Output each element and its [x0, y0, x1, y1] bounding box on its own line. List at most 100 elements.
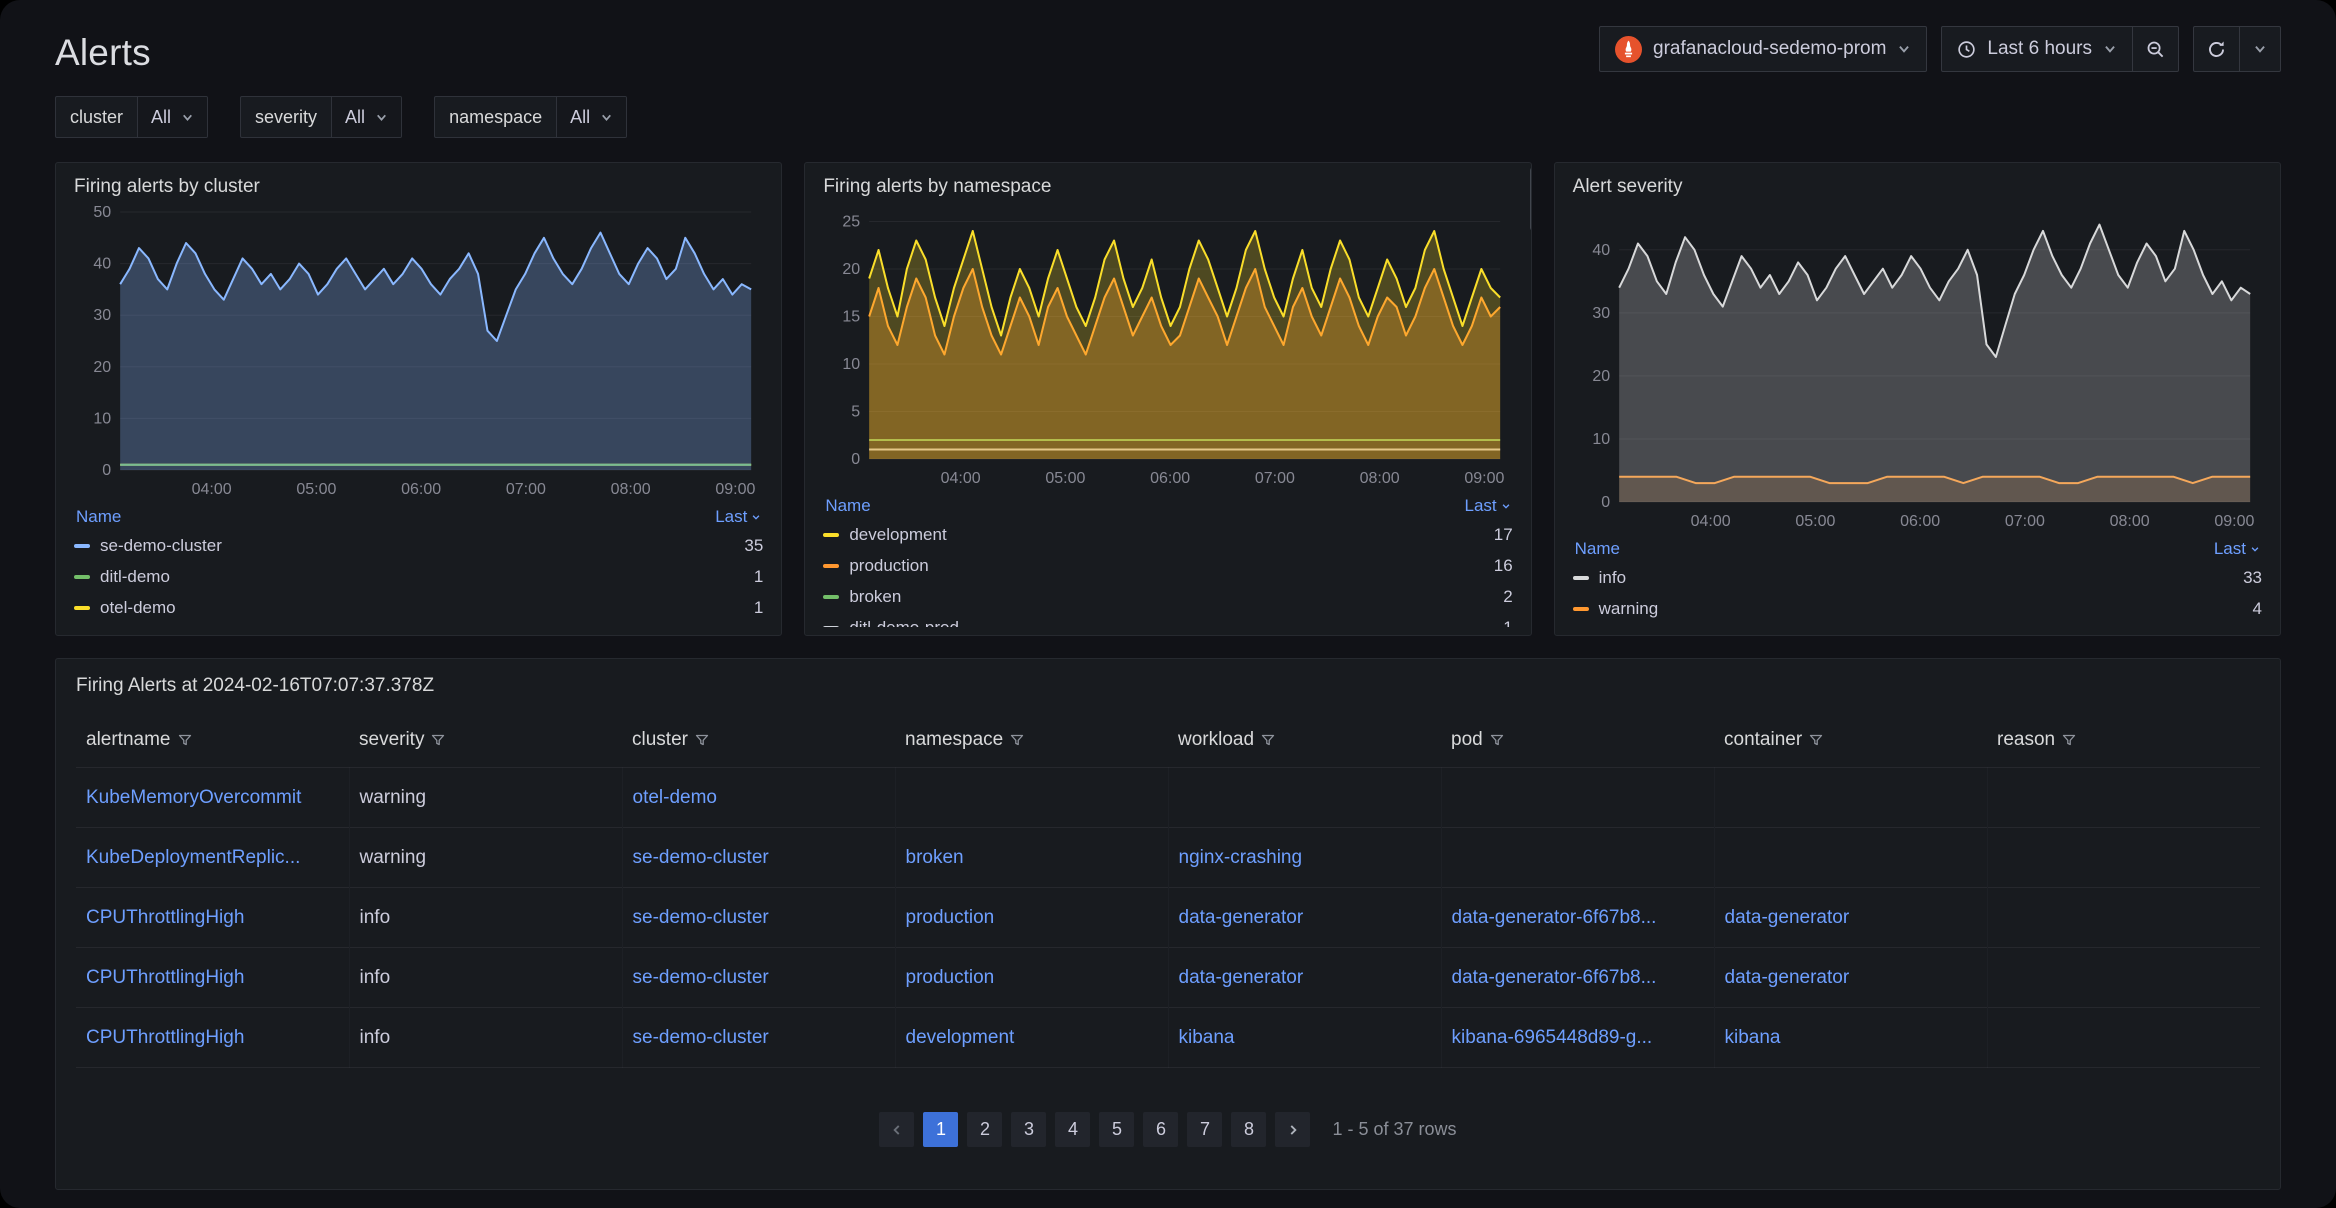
cell-namespace[interactable]: broken — [895, 828, 1168, 888]
prev-page-button[interactable] — [879, 1112, 914, 1147]
series-color-swatch — [1573, 576, 1589, 580]
legend-item[interactable]: warning4 — [1573, 593, 2262, 624]
svg-text:04:00: 04:00 — [1690, 513, 1730, 530]
cell-workload[interactable]: kibana — [1168, 1008, 1441, 1068]
legend-rows: development17production16broken2ditl-dem… — [823, 519, 1512, 627]
page-button-6[interactable]: 6 — [1143, 1112, 1178, 1147]
cell-namespace[interactable]: production — [895, 888, 1168, 948]
svg-text:10: 10 — [1592, 431, 1610, 448]
datasource-picker[interactable]: grafanacloud-sedemo-prom — [1599, 26, 1927, 72]
timeseries-chart-severity[interactable]: 01020304004:0005:0006:0007:0008:0009:00 — [1573, 200, 2262, 532]
panel-title[interactable]: Firing alerts by cluster — [74, 174, 763, 200]
cell-cluster[interactable]: se-demo-cluster — [622, 888, 895, 948]
page-button-2[interactable]: 2 — [967, 1112, 1002, 1147]
series-color-swatch — [1573, 607, 1589, 611]
cell-workload[interactable]: data-generator — [1168, 888, 1441, 948]
cell-container[interactable]: data-generator — [1714, 888, 1987, 948]
column-header-workload[interactable]: workload — [1168, 721, 1441, 768]
legend-last-header[interactable]: Last — [2214, 539, 2260, 559]
filter-namespace: namespace All — [434, 96, 627, 138]
cell-cluster[interactable]: se-demo-cluster — [622, 948, 895, 1008]
filter-funnel-icon[interactable] — [1490, 733, 1504, 747]
filter-funnel-icon[interactable] — [431, 733, 445, 747]
legend-last-header[interactable]: Last — [715, 507, 761, 527]
time-range-picker[interactable]: Last 6 hours — [1941, 26, 2133, 72]
cell-namespace[interactable]: production — [895, 948, 1168, 1008]
filter-funnel-icon[interactable] — [178, 733, 192, 747]
table-row: CPUThrottlingHighinfose-demo-clusterdeve… — [76, 1008, 2260, 1068]
filter-funnel-icon[interactable] — [1809, 733, 1823, 747]
legend-scrollbar[interactable] — [1530, 167, 1532, 231]
table-body: KubeMemoryOvercommitwarningotel-demoKube… — [76, 768, 2260, 1068]
legend-item[interactable]: se-demo-cluster35 — [74, 530, 763, 561]
page-button-8[interactable]: 8 — [1231, 1112, 1266, 1147]
cell-cluster[interactable]: se-demo-cluster — [622, 828, 895, 888]
legend-name-header[interactable]: Name — [825, 496, 870, 516]
filter-label: severity — [241, 97, 331, 137]
cell-pod[interactable]: data-generator-6f67b8... — [1441, 948, 1714, 1008]
filter-namespace-select[interactable]: All — [556, 97, 626, 137]
cell-pod[interactable]: data-generator-6f67b8... — [1441, 888, 1714, 948]
column-header-pod[interactable]: pod — [1441, 721, 1714, 768]
legend-last-header[interactable]: Last — [1465, 496, 1511, 516]
cell-namespace[interactable]: development — [895, 1008, 1168, 1068]
filter-funnel-icon[interactable] — [1010, 733, 1024, 747]
cell-alertname[interactable]: KubeMemoryOvercommit — [76, 768, 349, 828]
page-button-5[interactable]: 5 — [1099, 1112, 1134, 1147]
page-button-4[interactable]: 4 — [1055, 1112, 1090, 1147]
legend-item[interactable]: info33 — [1573, 562, 2262, 593]
column-header-container[interactable]: container — [1714, 721, 1987, 768]
cell-container[interactable]: kibana — [1714, 1008, 1987, 1068]
cell-alertname[interactable]: KubeDeploymentReplic... — [76, 828, 349, 888]
cell-namespace — [895, 768, 1168, 828]
column-header-alertname[interactable]: alertname — [76, 721, 349, 768]
svg-text:05:00: 05:00 — [1795, 513, 1835, 530]
timeseries-chart-namespace[interactable]: 051015202504:0005:0006:0007:0008:0009:00 — [823, 200, 1512, 489]
chevron-down-icon — [600, 111, 613, 124]
legend-name-header[interactable]: Name — [76, 507, 121, 527]
series-color-swatch — [74, 575, 90, 579]
page-button-1[interactable]: 1 — [923, 1112, 958, 1147]
filter-severity-select[interactable]: All — [331, 97, 401, 137]
series-last-value: 17 — [1494, 525, 1513, 545]
cell-alertname[interactable]: CPUThrottlingHigh — [76, 888, 349, 948]
page-button-7[interactable]: 7 — [1187, 1112, 1222, 1147]
cell-workload[interactable]: nginx-crashing — [1168, 828, 1441, 888]
filter-funnel-icon[interactable] — [1261, 733, 1275, 747]
svg-text:25: 25 — [843, 214, 861, 231]
legend-item[interactable]: development17 — [823, 519, 1512, 550]
cell-workload[interactable]: data-generator — [1168, 948, 1441, 1008]
column-header-reason[interactable]: reason — [1987, 721, 2260, 768]
cell-cluster[interactable]: se-demo-cluster — [622, 1008, 895, 1068]
cell-pod[interactable]: kibana-6965448d89-g... — [1441, 1008, 1714, 1068]
cell-container[interactable]: data-generator — [1714, 948, 1987, 1008]
column-header-severity[interactable]: severity — [349, 721, 622, 768]
cell-alertname[interactable]: CPUThrottlingHigh — [76, 1008, 349, 1068]
table-row: CPUThrottlingHighinfose-demo-clusterprod… — [76, 948, 2260, 1008]
legend-item[interactable]: production16 — [823, 550, 1512, 581]
legend-item[interactable]: ditl-demo1 — [74, 561, 763, 592]
panel-title[interactable]: Firing Alerts at 2024-02-16T07:07:37.378… — [76, 673, 2260, 699]
cell-cluster[interactable]: otel-demo — [622, 768, 895, 828]
panel-title[interactable]: Firing alerts by namespace — [823, 174, 1512, 200]
panel-title[interactable]: Alert severity — [1573, 174, 2262, 200]
column-header-namespace[interactable]: namespace — [895, 721, 1168, 768]
legend-item[interactable]: ditl-demo-prod1 — [823, 612, 1512, 627]
cell-alertname[interactable]: CPUThrottlingHigh — [76, 948, 349, 1008]
filter-funnel-icon[interactable] — [2062, 733, 2076, 747]
page-button-3[interactable]: 3 — [1011, 1112, 1046, 1147]
column-header-cluster[interactable]: cluster — [622, 721, 895, 768]
next-page-button[interactable] — [1275, 1112, 1310, 1147]
legend-item[interactable]: broken2 — [823, 581, 1512, 612]
filter-funnel-icon[interactable] — [695, 733, 709, 747]
refresh-button[interactable] — [2193, 26, 2240, 72]
cell-container — [1714, 828, 1987, 888]
chevron-down-icon — [1897, 42, 1911, 56]
refresh-interval-dropdown[interactable] — [2239, 26, 2281, 72]
zoom-out-button[interactable] — [2132, 26, 2179, 72]
svg-text:30: 30 — [93, 307, 111, 324]
legend-name-header[interactable]: Name — [1575, 539, 1620, 559]
filter-cluster-select[interactable]: All — [137, 97, 207, 137]
legend-item[interactable]: otel-demo1 — [74, 592, 763, 623]
timeseries-chart-cluster[interactable]: 0102030405004:0005:0006:0007:0008:0009:0… — [74, 200, 763, 500]
